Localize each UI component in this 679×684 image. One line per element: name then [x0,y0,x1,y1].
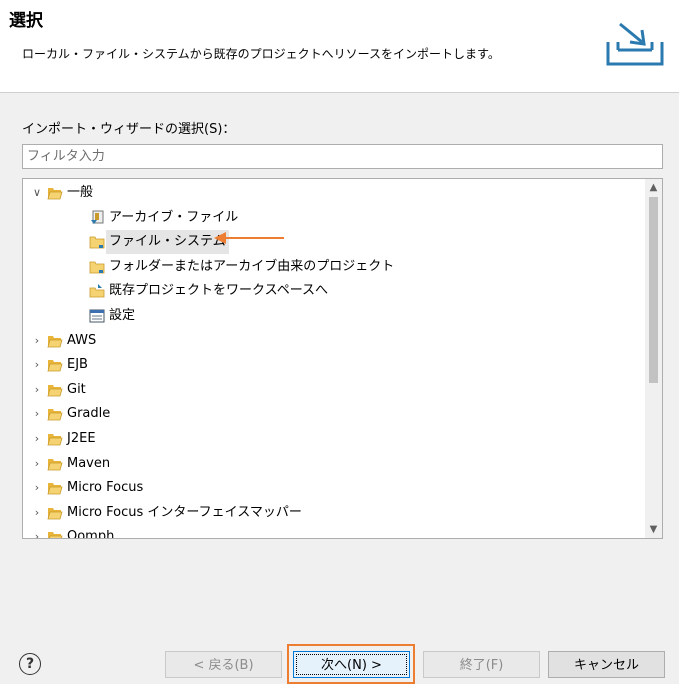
tree-item-label: Micro Focus インターフェイスマッパー [67,504,302,520]
question-icon: ? [25,656,35,672]
folder-open-icon [47,357,63,373]
tree-item-label: J2EE [67,431,96,446]
folder-open-icon [47,505,63,521]
next-button[interactable]: 次へ(N) > [293,651,410,678]
folder-icon [89,259,105,275]
wizard-select-label: インポート・ウィザードの選択(S)： [22,122,236,137]
chevron-right-icon[interactable]: › [31,452,43,476]
filter-input[interactable] [22,144,663,169]
chevron-right-icon[interactable]: › [31,329,43,353]
chevron-right-icon[interactable]: › [31,427,43,451]
tree-item-label: EJB [67,357,88,373]
import-tray-icon [606,22,664,66]
tree-item-label: Maven [67,455,111,471]
tree-viewport: ∨ 一般 アーカイブ・ファイルファイル・システムフォルダーまたはアーカイブ由来のプロ… [23,179,645,538]
tree-item-label: AWS [67,332,97,348]
tree-item-label: Git [67,381,86,397]
wizard-tree[interactable]: ∨ 一般 アーカイブ・ファイルファイル・システムフォルダーまたはアーカイブ由来のプロ… [22,178,663,539]
archive-file-icon [89,210,105,226]
annotation-arrow [214,232,284,244]
focus-ring [296,654,407,675]
scroll-thumb[interactable] [649,197,658,383]
help-button[interactable]: ? [19,653,41,675]
tree-item-label: Gradle [67,406,111,422]
folder-icon [89,234,105,250]
tree-item-label: 既存プロジェクトをワークスペースへ [109,283,329,299]
page-description: ローカル・ファイル・システムから既存のプロジェクトへリソースをインポートします。 [22,47,500,61]
project-import-icon [89,283,105,299]
chevron-right-icon[interactable]: › [31,402,43,426]
chevron-down-icon[interactable]: ∨ [31,181,43,205]
scroll-down-icon[interactable]: ▼ [645,521,662,538]
wizard-header: 選択 ローカル・ファイル・システムから既存のプロジェクトへリソースをインポートし… [0,0,679,93]
chevron-right-icon[interactable]: › [31,378,43,402]
folder-open-icon [47,529,63,538]
tree-item-label: Micro Focus [67,480,144,496]
folder-open-icon [47,480,63,496]
folder-open-icon [47,185,63,201]
chevron-right-icon[interactable]: › [31,476,43,500]
tree-item-label: アーカイブ・ファイル [109,209,239,225]
page-title: 選択 [9,11,43,31]
folder-open-icon [47,382,63,398]
preferences-icon [89,308,105,324]
folder-open-icon [47,431,63,447]
folder-open-icon [47,406,63,422]
tree-item-label: フォルダーまたはアーカイブ由来のプロジェクト [109,258,395,274]
chevron-right-icon[interactable]: › [31,501,43,525]
tree-item-label: 設定 [109,308,136,323]
folder-open-icon [47,456,63,472]
finish-button[interactable]: 終了(F) [423,651,540,678]
back-button[interactable]: < 戻る(B) [165,651,282,678]
folder-open-icon [47,333,63,349]
tree-item-label: 一般 [67,185,94,200]
tree-item-label: Oomph [67,529,115,538]
tree-scrollbar[interactable]: ▲ ▼ [645,179,662,538]
chevron-right-icon[interactable]: › [31,353,43,377]
chevron-right-icon[interactable]: › [31,525,43,538]
scroll-up-icon[interactable]: ▲ [645,179,662,196]
cancel-button[interactable]: キャンセル [548,651,665,678]
tree-item-label: ファイル・システム [106,230,229,255]
